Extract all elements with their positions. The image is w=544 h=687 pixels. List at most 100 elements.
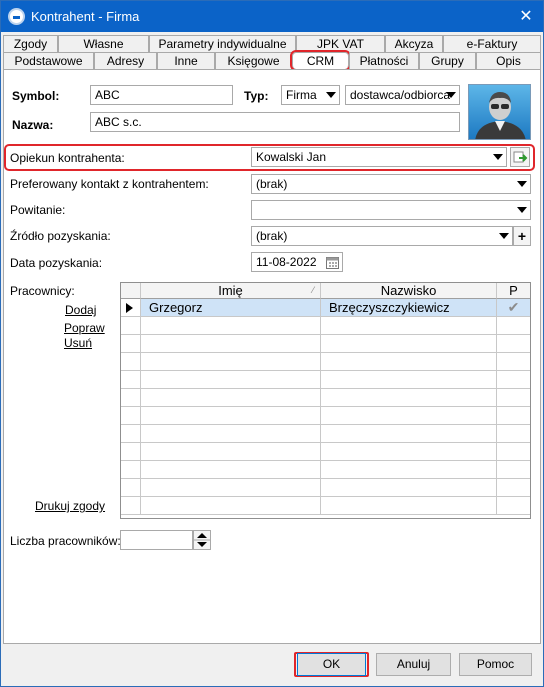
empty-cell[interactable] bbox=[497, 407, 530, 424]
empty-cell[interactable] bbox=[121, 389, 141, 406]
tab-crm[interactable]: CRM bbox=[290, 50, 351, 71]
empty-cell[interactable] bbox=[321, 407, 497, 424]
empty-cell[interactable] bbox=[121, 479, 141, 496]
tab-inne[interactable]: Inne bbox=[157, 52, 215, 69]
add-zrodlo-button[interactable]: + bbox=[513, 226, 531, 246]
popraw-link[interactable]: Popraw bbox=[64, 321, 105, 335]
ok-button[interactable]: OK bbox=[297, 653, 366, 676]
table-row-empty[interactable] bbox=[121, 443, 530, 461]
empty-cell[interactable] bbox=[121, 425, 141, 442]
empty-cell[interactable] bbox=[141, 461, 321, 478]
tab-wlasne[interactable]: Własne bbox=[58, 35, 149, 52]
empty-cell[interactable] bbox=[497, 461, 530, 478]
liczba-spinner[interactable] bbox=[193, 530, 211, 550]
empty-cell[interactable] bbox=[141, 479, 321, 496]
empty-cell[interactable] bbox=[121, 317, 141, 334]
column-header-nazwisko[interactable]: Nazwisko bbox=[321, 283, 497, 299]
empty-cell[interactable] bbox=[121, 461, 141, 478]
empty-cell[interactable] bbox=[321, 371, 497, 388]
empty-cell[interactable] bbox=[141, 371, 321, 388]
typ2-select[interactable]: dostawca/odbiorca bbox=[345, 85, 460, 105]
empty-cell[interactable] bbox=[321, 425, 497, 442]
empty-cell[interactable] bbox=[321, 443, 497, 460]
usun-link[interactable]: Usuń bbox=[64, 336, 92, 350]
empty-cell[interactable] bbox=[141, 497, 321, 514]
empty-cell[interactable] bbox=[121, 371, 141, 388]
cell-p-check-icon[interactable]: ✔ bbox=[497, 299, 530, 316]
empty-cell[interactable] bbox=[321, 335, 497, 352]
empty-cell[interactable] bbox=[141, 425, 321, 442]
cell-imie[interactable]: Grzegorz bbox=[141, 299, 321, 316]
calendar-icon[interactable] bbox=[326, 256, 339, 269]
empty-cell[interactable] bbox=[321, 317, 497, 334]
table-row-empty[interactable] bbox=[121, 425, 530, 443]
tab-podstawowe[interactable]: Podstawowe bbox=[3, 52, 94, 69]
table-row-empty[interactable] bbox=[121, 497, 530, 515]
tab-parametry[interactable]: Parametry indywidualne bbox=[149, 35, 296, 52]
tab-e-faktury[interactable]: e-Faktury bbox=[443, 35, 541, 52]
cancel-button[interactable]: Anuluj bbox=[376, 653, 451, 676]
table-row-empty[interactable] bbox=[121, 335, 530, 353]
table-row[interactable]: Grzegorz Brzęczyszczykiewicz ✔ bbox=[121, 299, 530, 317]
empty-cell[interactable] bbox=[141, 353, 321, 370]
tab-zgody[interactable]: Zgody bbox=[3, 35, 58, 52]
liczba-field[interactable] bbox=[120, 530, 193, 550]
empty-cell[interactable] bbox=[497, 425, 530, 442]
empty-cell[interactable] bbox=[121, 497, 141, 514]
column-header-imie[interactable]: Imię ⁄ bbox=[141, 283, 321, 299]
empty-cell[interactable] bbox=[121, 407, 141, 424]
empty-cell[interactable] bbox=[321, 461, 497, 478]
empty-cell[interactable] bbox=[121, 335, 141, 352]
empty-cell[interactable] bbox=[497, 497, 530, 514]
tab-ksiegowe[interactable]: Księgowe bbox=[215, 52, 292, 69]
help-button[interactable]: Pomoc bbox=[459, 653, 532, 676]
empty-cell[interactable] bbox=[497, 479, 530, 496]
empty-cell[interactable] bbox=[141, 335, 321, 352]
empty-cell[interactable] bbox=[121, 443, 141, 460]
empty-cell[interactable] bbox=[321, 497, 497, 514]
tab-grupy[interactable]: Grupy bbox=[419, 52, 476, 69]
tab-akcyza[interactable]: Akcyza bbox=[385, 35, 443, 52]
close-button[interactable]: ✕ bbox=[509, 1, 543, 32]
column-header-p[interactable]: P bbox=[497, 283, 530, 299]
table-row-empty[interactable] bbox=[121, 353, 530, 371]
symbol-field[interactable]: ABC bbox=[90, 85, 233, 105]
empty-cell[interactable] bbox=[497, 443, 530, 460]
opiekun-select[interactable]: Kowalski Jan bbox=[251, 147, 507, 167]
empty-cell[interactable] bbox=[141, 443, 321, 460]
empty-cell[interactable] bbox=[121, 353, 141, 370]
table-row-empty[interactable] bbox=[121, 479, 530, 497]
table-row-empty[interactable] bbox=[121, 407, 530, 425]
tab-adresy[interactable]: Adresy bbox=[94, 52, 157, 69]
empty-cell[interactable] bbox=[497, 389, 530, 406]
tab-jpk-vat[interactable]: JPK VAT bbox=[296, 35, 385, 52]
empty-cell[interactable] bbox=[497, 335, 530, 352]
pracownicy-grid[interactable]: Imię ⁄ Nazwisko P Grzegorz Brzęczyszczyk… bbox=[120, 282, 531, 519]
table-row-empty[interactable] bbox=[121, 317, 530, 335]
table-row-empty[interactable] bbox=[121, 389, 530, 407]
empty-cell[interactable] bbox=[141, 389, 321, 406]
data-field[interactable]: 11-08-2022 bbox=[251, 252, 343, 272]
dodaj-link[interactable]: Dodaj bbox=[65, 303, 96, 317]
kontakt-select[interactable]: (brak) bbox=[251, 174, 531, 194]
nazwa-field[interactable]: ABC s.c. bbox=[90, 112, 460, 132]
table-row-empty[interactable] bbox=[121, 371, 530, 389]
cell-nazwisko[interactable]: Brzęczyszczykiewicz bbox=[321, 299, 497, 316]
empty-cell[interactable] bbox=[321, 353, 497, 370]
opiekun-goto-button[interactable] bbox=[510, 147, 530, 167]
tab-platnosci[interactable]: Płatności bbox=[349, 52, 419, 69]
empty-cell[interactable] bbox=[497, 353, 530, 370]
drukuj-zgody-link[interactable]: Drukuj zgody bbox=[35, 499, 105, 513]
tab-opis[interactable]: Opis bbox=[476, 52, 541, 69]
empty-cell[interactable] bbox=[321, 479, 497, 496]
empty-cell[interactable] bbox=[321, 389, 497, 406]
empty-cell[interactable] bbox=[141, 317, 321, 334]
powitanie-select[interactable] bbox=[251, 200, 531, 220]
zrodlo-select[interactable]: (brak) bbox=[251, 226, 513, 246]
empty-cell[interactable] bbox=[497, 371, 530, 388]
title-bar[interactable]: Kontrahent - Firma ✕ bbox=[1, 1, 543, 32]
empty-cell[interactable] bbox=[497, 317, 530, 334]
typ-select[interactable]: Firma bbox=[281, 85, 340, 105]
empty-cell[interactable] bbox=[141, 407, 321, 424]
table-row-empty[interactable] bbox=[121, 461, 530, 479]
